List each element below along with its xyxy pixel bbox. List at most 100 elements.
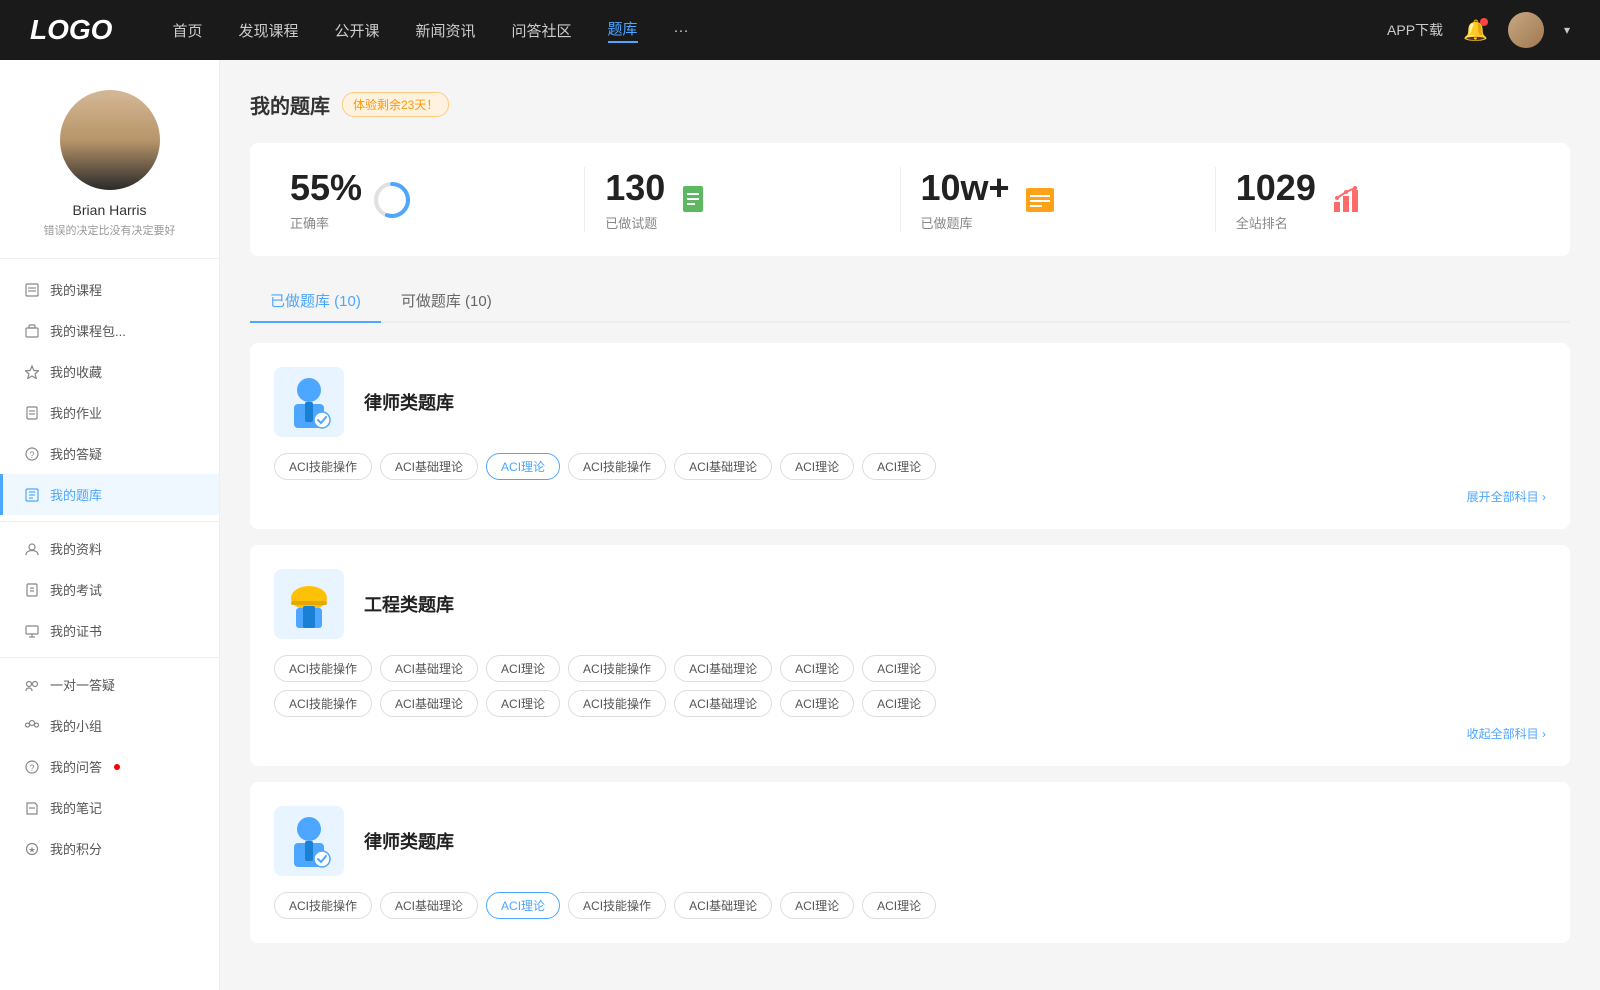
- tag-item[interactable]: ACI技能操作: [568, 453, 666, 480]
- sidebar-item-courses[interactable]: 我的课程: [0, 269, 219, 310]
- tag-item[interactable]: ACI理论: [862, 453, 936, 480]
- tab-available[interactable]: 可做题库 (10): [381, 280, 512, 321]
- qa-icon: ?: [24, 446, 40, 462]
- qbank-tags-lawyer1: ACI技能操作 ACI基础理论 ACI理论 ACI技能操作 ACI基础理论 AC…: [274, 453, 1546, 480]
- qbank-name-lawyer1: 律师类题库: [364, 389, 454, 415]
- stat-done-banks-label: 已做题库: [921, 213, 1010, 232]
- sidebar-item-favorites[interactable]: 我的收藏: [0, 351, 219, 392]
- stat-done-questions-number: 130: [605, 167, 665, 209]
- sidebar-item-exams[interactable]: 我的考试: [0, 569, 219, 610]
- tag-item[interactable]: ACI基础理论: [380, 655, 478, 682]
- qbank-header-lawyer2: 律师类题库: [274, 806, 1546, 876]
- points-icon: ★: [24, 841, 40, 857]
- sidebar-item-questions[interactable]: ? 我的问答: [0, 746, 219, 787]
- sidebar-item-qa[interactable]: ? 我的答疑: [0, 433, 219, 474]
- stat-done-questions: 130 已做试题: [585, 167, 900, 232]
- sidebar-item-label: 我的作业: [50, 403, 102, 422]
- nav-discover[interactable]: 发现课程: [238, 20, 298, 41]
- expand-link-lawyer1[interactable]: 展开全部科目 ›: [274, 488, 1546, 505]
- certificates-icon: [24, 623, 40, 639]
- sidebar-menu: 我的课程 我的课程包... 我的收藏 我的作业: [0, 269, 219, 869]
- sidebar-item-label: 我的资料: [50, 539, 102, 558]
- sidebar-item-label: 我的收藏: [50, 362, 102, 381]
- svg-text:?: ?: [29, 450, 34, 460]
- tag-item[interactable]: ACI理论: [780, 453, 854, 480]
- nav-open-course[interactable]: 公开课: [334, 20, 379, 41]
- tag-item[interactable]: ACI基础理论: [674, 690, 772, 717]
- nav-qbank[interactable]: 题库: [608, 18, 638, 43]
- app-download-button[interactable]: APP下载: [1387, 20, 1443, 40]
- sidebar-item-homework[interactable]: 我的作业: [0, 392, 219, 433]
- tab-done[interactable]: 已做题库 (10): [250, 280, 381, 321]
- sidebar-item-label: 我的笔记: [50, 798, 102, 817]
- tag-item[interactable]: ACI基础理论: [674, 892, 772, 919]
- stat-correctness-number: 55%: [290, 167, 362, 209]
- tag-item[interactable]: ACI理论: [780, 892, 854, 919]
- tag-item[interactable]: ACI基础理论: [380, 690, 478, 717]
- favorites-icon: [24, 364, 40, 380]
- qbank-card-engineering: 工程类题库 ACI技能操作 ACI基础理论 ACI理论 ACI技能操作 ACI基…: [250, 545, 1570, 766]
- sidebar: Brian Harris 错误的决定比没有决定要好 我的课程 我的课程包...: [0, 60, 220, 990]
- sidebar-item-points[interactable]: ★ 我的积分: [0, 828, 219, 869]
- sidebar-item-one-on-one[interactable]: 一对一答疑: [0, 664, 219, 705]
- notes-icon: [24, 800, 40, 816]
- sidebar-item-label: 我的答疑: [50, 444, 102, 463]
- sidebar-item-label: 我的题库: [50, 485, 102, 504]
- page-header: 我的题库 体验剩余23天！: [250, 90, 1570, 119]
- avatar-dropdown-icon[interactable]: ▾: [1564, 23, 1570, 37]
- collapse-link-engineering[interactable]: 收起全部科目 ›: [274, 725, 1546, 742]
- tag-item-active[interactable]: ACI理论: [486, 892, 560, 919]
- sidebar-item-qbank[interactable]: 我的题库: [0, 474, 219, 515]
- tag-item[interactable]: ACI理论: [862, 892, 936, 919]
- stat-done-banks-content: 10w+ 已做题库: [921, 167, 1010, 232]
- sidebar-item-profile-info[interactable]: 我的资料: [0, 528, 219, 569]
- nav-news[interactable]: 新闻资讯: [416, 20, 476, 41]
- avatar[interactable]: [1508, 12, 1544, 48]
- tag-item[interactable]: ACI技能操作: [568, 892, 666, 919]
- stats-bar: 55% 正确率 130 已做试题: [250, 143, 1570, 256]
- sidebar-item-label: 我的考试: [50, 580, 102, 599]
- questions-icon: ?: [24, 759, 40, 775]
- tag-item[interactable]: ACI技能操作: [568, 690, 666, 717]
- sidebar-item-course-packages[interactable]: 我的课程包...: [0, 310, 219, 351]
- stat-done-questions-label: 已做试题: [605, 213, 665, 232]
- notification-bell-icon[interactable]: 🔔: [1463, 18, 1488, 43]
- tag-item[interactable]: ACI技能操作: [568, 655, 666, 682]
- stat-correctness-label: 正确率: [290, 213, 362, 232]
- tag-item[interactable]: ACI技能操作: [274, 453, 372, 480]
- stat-correctness-content: 55% 正确率: [290, 167, 362, 232]
- tag-item[interactable]: ACI基础理论: [674, 655, 772, 682]
- tag-item[interactable]: ACI理论: [862, 655, 936, 682]
- stat-ranking-content: 1029 全站排名: [1236, 167, 1316, 232]
- nav-home[interactable]: 首页: [172, 20, 202, 41]
- tag-item[interactable]: ACI技能操作: [274, 655, 372, 682]
- nav-more[interactable]: ···: [674, 22, 689, 39]
- tag-item[interactable]: ACI理论: [780, 690, 854, 717]
- layout: Brian Harris 错误的决定比没有决定要好 我的课程 我的课程包...: [0, 60, 1600, 990]
- tag-item[interactable]: ACI基础理论: [380, 453, 478, 480]
- tag-item[interactable]: ACI基础理论: [380, 892, 478, 919]
- sidebar-item-label: 我的课程包...: [50, 321, 126, 340]
- tag-item[interactable]: ACI理论: [780, 655, 854, 682]
- qbank-tags-engineering-row1: ACI技能操作 ACI基础理论 ACI理论 ACI技能操作 ACI基础理论 AC…: [274, 655, 1546, 682]
- tag-item[interactable]: ACI技能操作: [274, 892, 372, 919]
- stat-correctness: 55% 正确率: [290, 167, 585, 232]
- tag-item[interactable]: ACI技能操作: [274, 690, 372, 717]
- tag-item[interactable]: ACI理论: [862, 690, 936, 717]
- profile-info-icon: [24, 541, 40, 557]
- tag-item[interactable]: ACI理论: [486, 690, 560, 717]
- stat-done-banks-number: 10w+: [921, 167, 1010, 209]
- stat-ranking: 1029 全站排名: [1216, 167, 1530, 232]
- logo[interactable]: LOGO: [30, 14, 112, 46]
- qbank-icon: [24, 487, 40, 503]
- tag-item[interactable]: ACI基础理论: [674, 453, 772, 480]
- course-packages-icon: [24, 323, 40, 339]
- svg-text:★: ★: [28, 845, 35, 854]
- header-right: APP下载 🔔 ▾: [1387, 12, 1570, 48]
- nav-qa[interactable]: 问答社区: [512, 20, 572, 41]
- sidebar-item-notes[interactable]: 我的笔记: [0, 787, 219, 828]
- sidebar-item-groups[interactable]: 我的小组: [0, 705, 219, 746]
- tag-item[interactable]: ACI理论: [486, 655, 560, 682]
- sidebar-item-certificates[interactable]: 我的证书: [0, 610, 219, 651]
- tag-item-active[interactable]: ACI理论: [486, 453, 560, 480]
